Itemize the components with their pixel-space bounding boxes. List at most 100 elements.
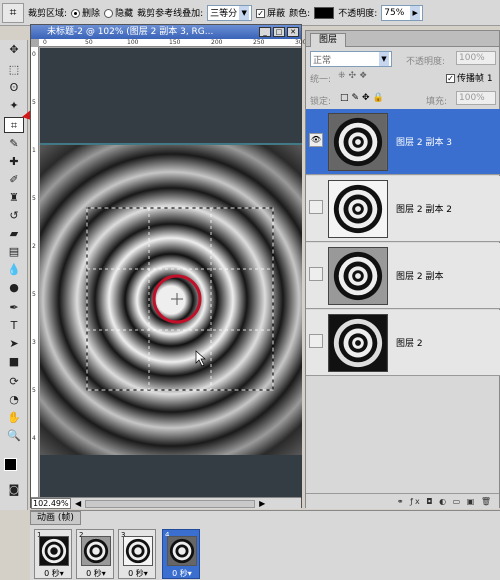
type-tool-icon[interactable]: T: [4, 318, 24, 334]
ruler-tick-label: 1: [32, 147, 36, 154]
dodge-tool-icon[interactable]: ●: [4, 280, 24, 296]
guide-overlay-select[interactable]: 三等分 ▼: [207, 4, 253, 21]
status-bar: 102.49% ◀ ▶: [31, 497, 301, 509]
ruler-tick-label: 5: [32, 99, 36, 106]
frame-thumbnail: [167, 536, 197, 566]
zoom-tool-icon[interactable]: 🔍: [4, 428, 24, 444]
hide-radio[interactable]: 隐藏: [104, 6, 133, 19]
ruler-vertical[interactable]: 0 5 1 5 2 5 3 5 4: [31, 47, 39, 497]
layer-name: 图层 2 副本 2: [396, 205, 453, 215]
frame-thumbnail: [123, 536, 153, 566]
minimize-icon[interactable]: _: [259, 27, 271, 37]
layer-row[interactable]: 图层 2: [306, 310, 500, 376]
layer-thumbnail: [328, 314, 388, 372]
ruler-horizontal[interactable]: 0 50 100 150 200 250 300: [39, 39, 306, 47]
layer-row[interactable]: 图层 2 副本 2: [306, 176, 500, 242]
3d-orbit-tool-icon[interactable]: ◔: [4, 392, 24, 408]
shield-color-swatch[interactable]: [314, 6, 335, 19]
brush-tool-icon[interactable]: ✐: [4, 172, 24, 188]
zoom-field[interactable]: 102.49%: [31, 498, 71, 509]
close-icon[interactable]: ✕: [287, 27, 299, 37]
healing-brush-tool-icon[interactable]: ✚: [4, 154, 24, 170]
foreground-color-swatch[interactable]: [4, 458, 17, 471]
layer-opacity-input[interactable]: 100%: [456, 51, 496, 65]
blur-tool-icon[interactable]: 💧: [4, 262, 24, 278]
animation-frame[interactable]: 4 0 秒▾: [162, 529, 200, 579]
horizontal-scrollbar[interactable]: [85, 499, 256, 508]
crop-tool-preset-icon[interactable]: ⌗: [2, 2, 24, 23]
ruler-tick-label: 50: [85, 39, 93, 46]
magic-wand-tool-icon[interactable]: ✦: [4, 98, 24, 114]
frame-delay[interactable]: 0 秒▾: [79, 568, 113, 579]
animation-panel: 动画 (帧) 1 0 秒▾ 2 0 秒▾ 3 0 秒▾ 4 0 秒▾: [30, 510, 500, 580]
color-label: 颜色:: [289, 9, 311, 19]
shape-tool-icon[interactable]: ■: [4, 354, 24, 370]
maximize-icon[interactable]: □: [273, 27, 285, 37]
pen-tool-icon[interactable]: ✒: [4, 300, 24, 316]
propagate-label: 传播帧 1: [457, 74, 493, 84]
3d-rotate-tool-icon[interactable]: ⟳: [4, 374, 24, 390]
move-tool-icon[interactable]: ✥: [4, 42, 24, 58]
opacity-value: 75%: [384, 7, 405, 18]
layers-tab-label: 图层: [310, 33, 347, 47]
delete-radio[interactable]: 删除: [71, 6, 100, 19]
eye-icon[interactable]: [309, 267, 323, 281]
ruler-tick-label: 5: [32, 291, 36, 298]
layer-thumbnail: [328, 247, 388, 305]
eye-icon[interactable]: 👁: [309, 133, 323, 147]
animation-tab[interactable]: 动画 (帧): [30, 511, 81, 525]
frame-thumbnail: [81, 536, 111, 566]
crop-tool-icon[interactable]: ⌗: [4, 117, 24, 133]
canvas-image: [40, 48, 302, 498]
lasso-tool-icon[interactable]: ʘ: [4, 80, 24, 96]
eraser-tool-icon[interactable]: ▰: [4, 226, 24, 242]
marquee-tool-icon[interactable]: ⬚: [4, 62, 24, 78]
scroll-right-icon[interactable]: ▶: [259, 499, 265, 508]
frame-delay[interactable]: 0 秒▾: [121, 568, 155, 579]
canvas[interactable]: [40, 48, 302, 498]
ruler-tick-label: 5: [32, 195, 36, 202]
eye-icon[interactable]: [309, 334, 323, 348]
layer-row[interactable]: 图层 2 副本: [306, 243, 500, 309]
lock-label: 锁定:: [310, 97, 332, 107]
unify-label: 统一:: [310, 75, 332, 85]
eyedropper-tool-icon[interactable]: ✎: [4, 136, 24, 152]
quick-mask-icon[interactable]: ◙: [4, 482, 24, 498]
checkmark-icon: ✓: [446, 74, 455, 83]
guide-value: 三等分: [210, 9, 238, 19]
options-bar: ⌗ 裁剪区域: 删除 隐藏 裁剪参考线叠加: 三等分 ▼ ✓ 屏蔽 颜色: 不透明度…: [0, 0, 500, 26]
blend-mode-select[interactable]: 正常 ▼: [310, 51, 392, 67]
crop-area-label: 裁剪区域:: [28, 9, 68, 19]
stamp-tool-icon[interactable]: ♜: [4, 190, 24, 206]
animation-frame[interactable]: 3 0 秒▾: [118, 529, 156, 579]
hand-tool-icon[interactable]: ✋: [4, 410, 24, 426]
history-brush-tool-icon[interactable]: ↺: [4, 208, 24, 224]
scroll-left-icon[interactable]: ◀: [75, 499, 81, 508]
guide-overlay-label: 裁剪参考线叠加:: [137, 9, 204, 19]
frame-delay[interactable]: 0 秒▾: [165, 568, 199, 579]
layer-row[interactable]: 👁 图层 2 副本 3: [306, 109, 500, 175]
gradient-tool-icon[interactable]: ▤: [4, 244, 24, 260]
lock-icons[interactable]: □✎✥🔒: [340, 93, 387, 103]
layer-thumbnail: [328, 180, 388, 238]
animation-frame[interactable]: 2 0 秒▾: [76, 529, 114, 579]
unify-icons[interactable]: ⁜✣❖: [338, 71, 370, 81]
layer-name: 图层 2 副本: [396, 272, 444, 282]
frame-delay[interactable]: 0 秒▾: [37, 568, 71, 579]
opacity-label: 不透明度:: [338, 9, 378, 19]
layer-opacity-label: 不透明度:: [406, 57, 446, 67]
ruler-tick-label: 4: [32, 435, 36, 442]
layers-tab[interactable]: 图层: [306, 31, 499, 47]
layers-footer-icons[interactable]: ⚭ ƒx ◘ ◐ ▭ ▣ 🗑: [306, 493, 499, 509]
eye-icon[interactable]: [309, 200, 323, 214]
opacity-input[interactable]: 75% ▶: [381, 4, 424, 21]
propagate-frame-checkbox[interactable]: ✓ 传播帧 1: [446, 71, 493, 84]
radio-off-icon: [104, 9, 114, 18]
layer-thumbnail: [328, 113, 388, 171]
shield-checkbox[interactable]: ✓ 屏蔽: [256, 6, 285, 19]
path-select-tool-icon[interactable]: ➤: [4, 336, 24, 352]
chevron-down-icon: ▼: [239, 5, 250, 20]
fill-input[interactable]: 100%: [456, 91, 496, 105]
delete-label: 删除: [82, 9, 101, 19]
animation-frame[interactable]: 1 0 秒▾: [34, 529, 72, 579]
